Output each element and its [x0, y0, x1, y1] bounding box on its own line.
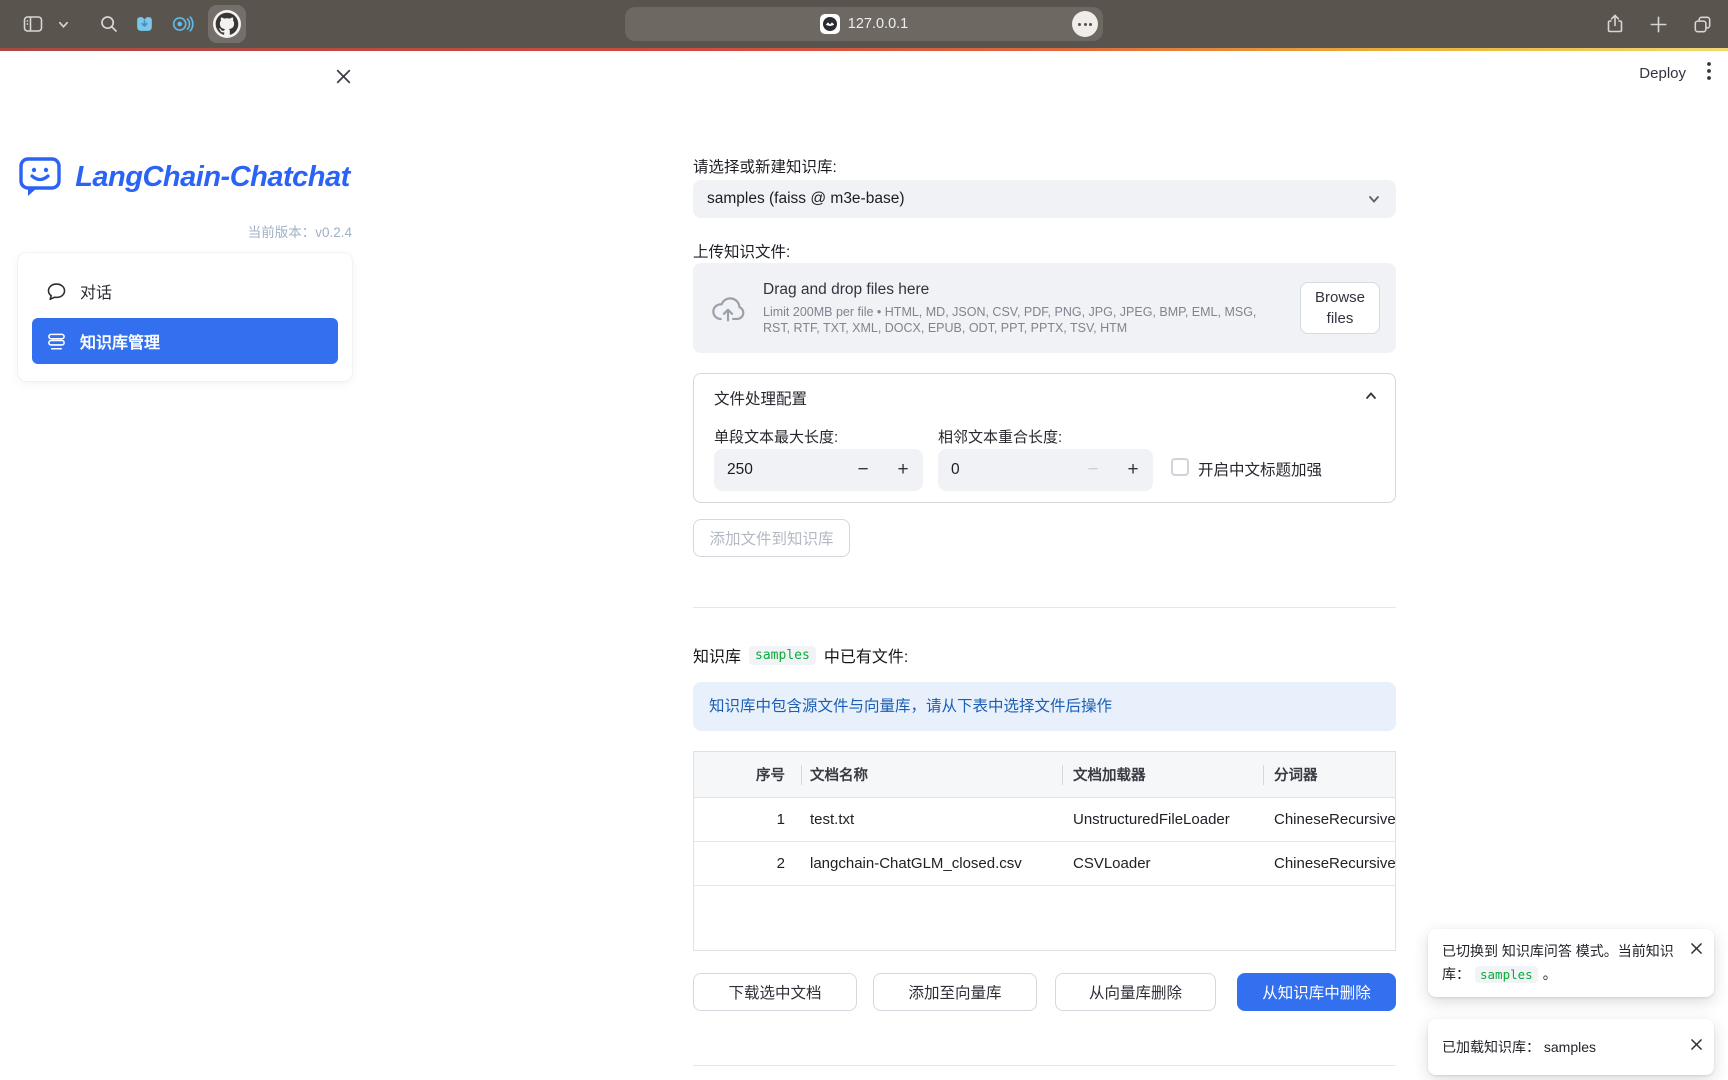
toast-close-icon[interactable] [1690, 939, 1703, 962]
expander-title: 文件处理配置 [714, 391, 807, 408]
toast-kb-name-code: samples [1475, 966, 1538, 983]
toast-kb-loaded: 已加载知识库： samples [1428, 1019, 1714, 1075]
kb-name-code: samples [749, 646, 816, 665]
search-icon[interactable] [99, 14, 119, 34]
divider [693, 607, 1396, 608]
new-tab-icon[interactable] [1648, 14, 1669, 35]
address-bar[interactable]: 127.0.0.1 [625, 7, 1103, 41]
table-row[interactable]: 1 test.txt UnstructuredFileLoader Chines… [694, 798, 1395, 842]
share-icon[interactable] [1604, 13, 1626, 35]
github-extension-icon[interactable] [208, 5, 246, 43]
main-menu-icon[interactable] [1706, 61, 1712, 86]
divider [693, 1065, 1396, 1066]
expander-header[interactable]: 文件处理配置 [694, 374, 1395, 409]
app-version: 当前版本：v0.2.4 [248, 221, 352, 241]
sidebar: LangChain-Chatchat 当前版本：v0.2.4 对话 知识库管理 [0, 51, 368, 1080]
kb-files-heading: 知识库 samples 中已有文件: [693, 643, 908, 667]
sidebar-item-chat[interactable]: 对话 [32, 268, 338, 314]
dropzone-title: Drag and drop files here [763, 281, 1273, 299]
files-table: 序号 文档名称 文档加载器 分词器 1 test.txt Unstructure… [693, 751, 1396, 951]
browser-window: 127.0.0.1 [0, 0, 1728, 1080]
zh-title-checkbox-label[interactable]: 开启中文标题加强 [1198, 458, 1322, 480]
browse-files-button[interactable]: Browse files [1300, 282, 1380, 334]
chunk-size-label: 单段文本最大长度: [714, 426, 838, 447]
browser-toolbar: 127.0.0.1 [0, 0, 1728, 48]
file-dropzone[interactable]: Drag and drop files here Limit 200MB per… [693, 263, 1396, 353]
sidebar-toggle-icon[interactable] [22, 13, 44, 35]
zh-title-checkbox[interactable] [1171, 458, 1189, 476]
url-text: 127.0.0.1 [848, 16, 908, 32]
sidebar-chevron-icon[interactable] [58, 19, 69, 30]
overlap-size-label: 相邻文本重合长度: [938, 426, 1062, 447]
page-settings-icon[interactable] [1072, 11, 1098, 37]
download-selected-button[interactable]: 下载选中文档 [693, 973, 857, 1011]
deploy-button[interactable]: Deploy [1639, 65, 1686, 82]
app-title: LangChain-Chatchat [75, 161, 350, 194]
col-header-index[interactable]: 序号 [694, 752, 801, 797]
chunk-size-value[interactable]: 250 [714, 461, 843, 479]
chunk-size-input[interactable]: 250 − + [714, 449, 923, 491]
overlap-size-value[interactable]: 0 [938, 461, 1073, 479]
chunk-minus-button[interactable]: − [843, 459, 883, 481]
overlap-plus-button[interactable]: + [1113, 459, 1153, 481]
table-row[interactable]: 2 langchain-ChatGLM_closed.csv CSVLoader… [694, 842, 1395, 886]
sidebar-close-icon[interactable] [335, 68, 352, 88]
sidebar-menu: 对话 知识库管理 [18, 253, 352, 381]
kb-selectbox-value: samples (faiss @ m3e-base) [707, 190, 905, 208]
col-header-loader[interactable]: 文档加载器 [1062, 752, 1263, 797]
dropzone-limit-text: Limit 200MB per file • HTML, MD, JSON, C… [763, 304, 1273, 336]
app-logo: LangChain-Chatchat [0, 155, 368, 199]
table-header-row: 序号 文档名称 文档加载器 分词器 [694, 752, 1395, 798]
site-favicon [820, 14, 840, 34]
add-files-button[interactable]: 添加文件到知识库 [693, 519, 850, 557]
delete-from-kb-button[interactable]: 从知识库中删除 [1237, 973, 1396, 1011]
overlap-minus-button[interactable]: − [1073, 459, 1113, 481]
sidebar-item-label: 对话 [80, 279, 112, 303]
tab-overview-icon[interactable] [1691, 13, 1714, 36]
sidebar-item-kb-management[interactable]: 知识库管理 [32, 318, 338, 364]
chevron-up-icon[interactable] [1363, 388, 1379, 409]
add-to-vectorstore-button[interactable]: 添加至向量库 [873, 973, 1037, 1011]
kb-stack-icon [46, 331, 67, 352]
col-header-splitter[interactable]: 分词器 [1263, 752, 1396, 797]
github-logo [213, 10, 241, 38]
chunk-plus-button[interactable]: + [883, 459, 923, 481]
col-header-filename[interactable]: 文档名称 [801, 752, 1062, 797]
extension-circles-icon[interactable] [170, 13, 194, 35]
kb-selectbox[interactable]: samples (faiss @ m3e-base) [693, 180, 1396, 218]
toast-close-icon[interactable] [1690, 1038, 1703, 1054]
chatchat-logo-icon [18, 155, 64, 199]
streamlit-header: Deploy [1639, 61, 1712, 86]
upload-label: 上传知识文件: [693, 240, 790, 262]
info-banner: 知识库中包含源文件与向量库，请从下表中选择文件后操作 [693, 682, 1396, 731]
toast-mode-switched: 已切换到 知识库问答 模式。当前知识库：samples。 [1428, 929, 1714, 997]
cloud-upload-icon [709, 291, 747, 325]
page-content: 请选择或新建知识库: samples (faiss @ m3e-base) 上传… [693, 51, 1396, 1080]
main-area: Deploy 请选择或新建知识库: samples (faiss @ m3e-b… [368, 51, 1728, 1080]
kb-select-label: 请选择或新建知识库: [693, 155, 837, 177]
chevron-down-icon [1366, 191, 1382, 207]
file-config-expander: 文件处理配置 单段文本最大长度: 相邻文本重合长度: 250 − + 0 − + [693, 373, 1396, 503]
delete-from-vectorstore-button[interactable]: 从向量库删除 [1055, 973, 1216, 1011]
chat-bubble-icon [46, 281, 67, 302]
sidebar-item-label: 知识库管理 [80, 329, 160, 353]
extension-userscript-icon[interactable] [133, 13, 156, 35]
overlap-size-input[interactable]: 0 − + [938, 449, 1153, 491]
